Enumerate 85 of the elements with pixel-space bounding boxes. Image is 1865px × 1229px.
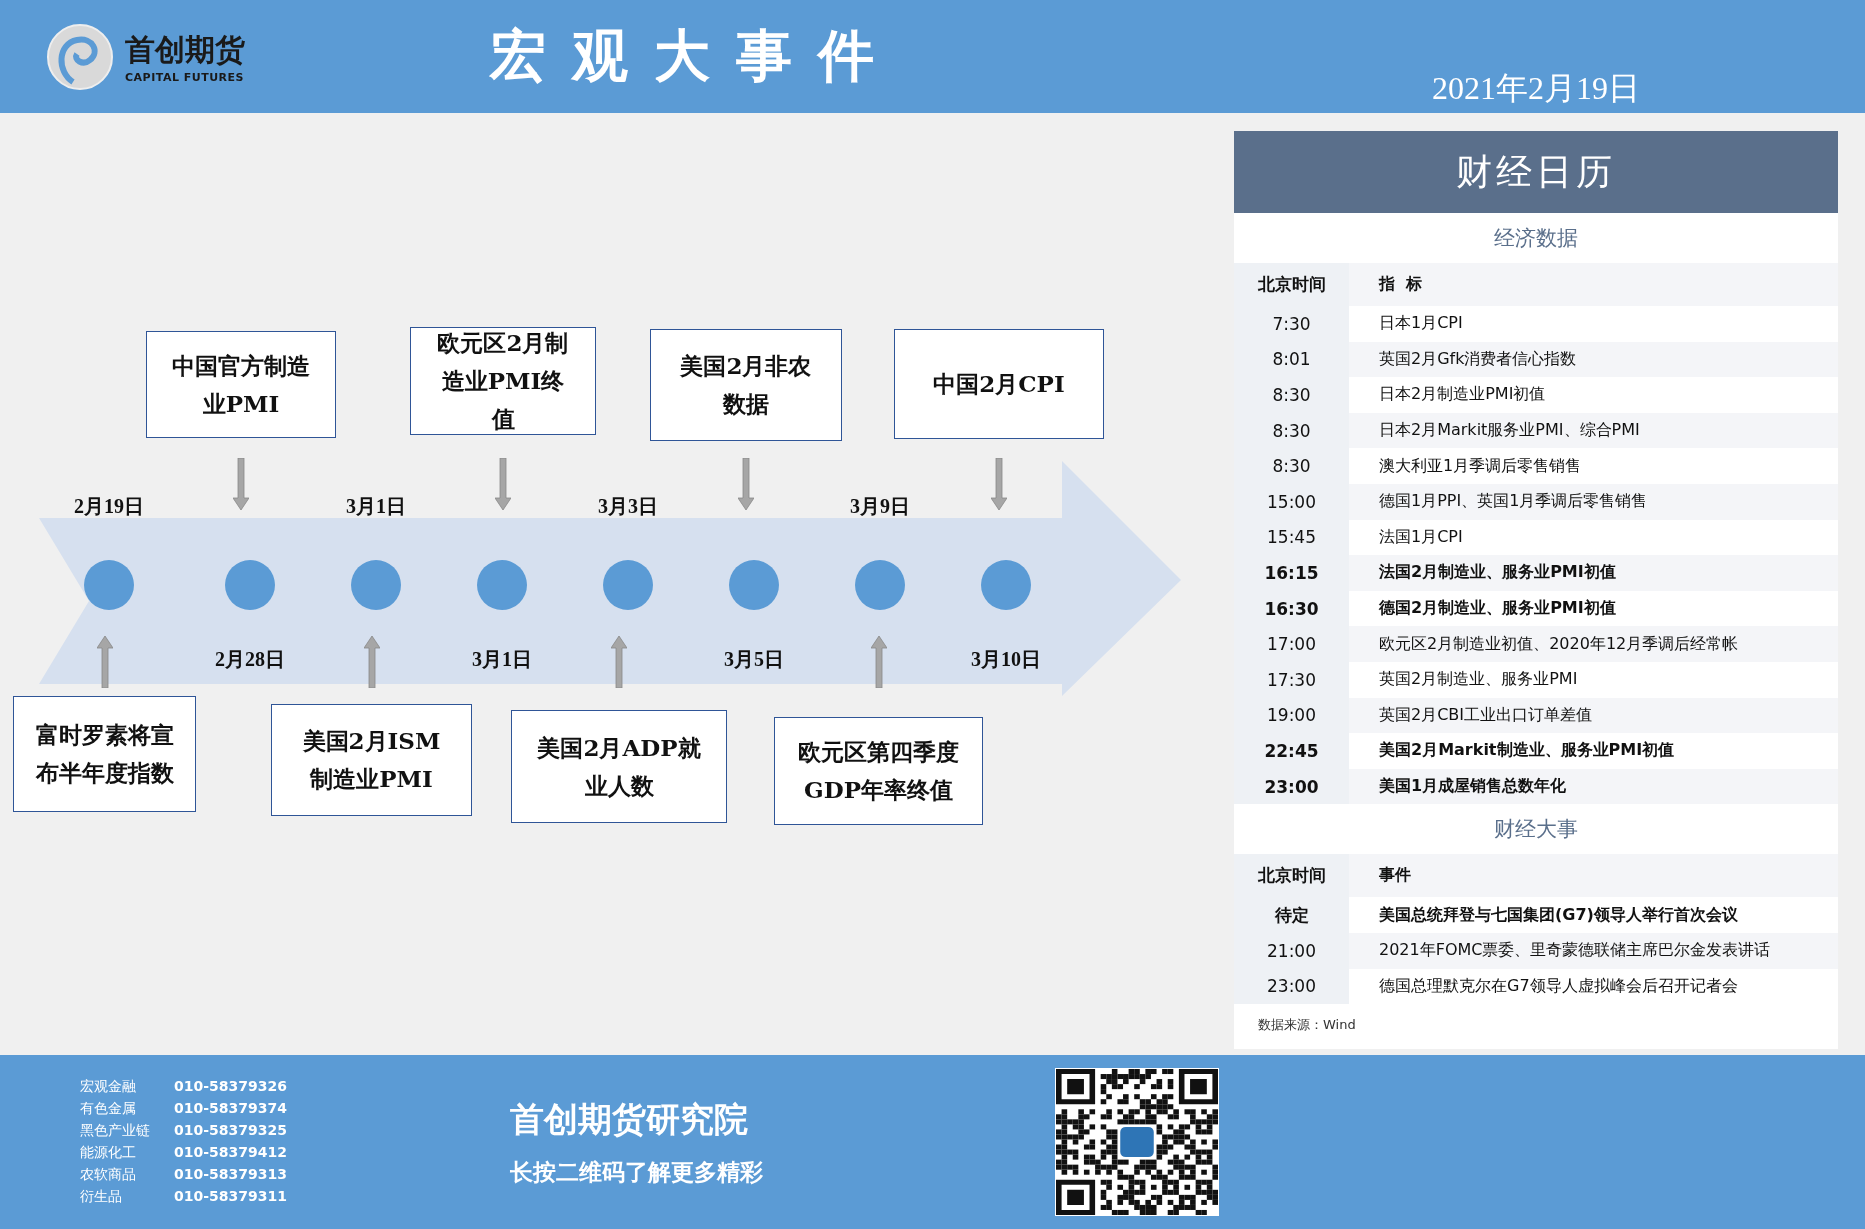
event-cell-text: 日本1月CPI	[1378, 313, 1463, 335]
arrow-icon	[991, 458, 1007, 510]
arrow-icon	[738, 458, 754, 510]
department-name: 有色金属	[80, 1100, 137, 1118]
department-name: 衍生品	[80, 1188, 123, 1206]
event-card: 美国2月ISM制造业PMI	[271, 704, 472, 816]
event-card: 欧元区2月制造业PMI终值	[410, 327, 596, 435]
event-card: 富时罗素将宣布半年度指数	[13, 696, 196, 812]
event-cell-text: 美国1月成屋销售总数年化	[1378, 776, 1567, 797]
arrow-icon	[363, 636, 380, 688]
event-cell-text: 英国2月CBI工业出口订单差值	[1378, 704, 1593, 726]
event-cell-text: 英国2月Gfk消费者信心指数	[1378, 348, 1577, 370]
event-date: 3月9日	[849, 494, 911, 519]
event-cell-text: 法国2月制造业、服务业PMI初值	[1378, 562, 1616, 584]
event-cell-text: 美国2月Markit制造业、服务业PMI初值	[1378, 740, 1675, 762]
section-heading: 财经大事	[1493, 816, 1579, 844]
section-heading: 经济数据	[1493, 225, 1579, 252]
time-cell: 17:30	[1234, 661, 1349, 698]
phone-number: 010-58379311	[174, 1188, 287, 1206]
event-date: 3月5日	[723, 647, 785, 672]
phone-number: 010-58379326	[174, 1078, 287, 1096]
event-cell-text: 法国1月CPI	[1378, 526, 1463, 548]
event-date: 3月1日	[471, 647, 533, 672]
arrow-icon	[611, 636, 627, 688]
event-cell-text: 2021年FOMC票委、里奇蒙德联储主席巴尔金发表讲话	[1378, 940, 1771, 962]
event-cell-text: 德国总理默克尔在G7领导人虚拟峰会后召开记者会	[1378, 975, 1738, 997]
time-cell: 15:00	[1234, 483, 1349, 520]
department-name: 农软商品	[80, 1166, 137, 1184]
phone-number: 010-58379325	[174, 1122, 287, 1140]
time-cell: 15:45	[1234, 519, 1349, 556]
time-cell: 23:00	[1234, 968, 1349, 1005]
report-date: 2021年2月19日	[1432, 69, 1640, 108]
event-card: 中国官方制造业PMI	[146, 331, 336, 438]
page-title: 宏观大事件	[490, 20, 900, 90]
arrow-icon	[870, 636, 887, 688]
column-header: 北京时间	[1234, 263, 1349, 306]
department-name: 宏观金融	[80, 1078, 137, 1096]
phone-number: 010-58379313	[174, 1166, 287, 1184]
event-cell-text: 英国2月制造业、服务业PMI	[1378, 669, 1578, 691]
swirl-logo-icon	[45, 21, 115, 92]
event-cell-text: 德国2月制造业、服务业PMI初值	[1378, 598, 1616, 620]
time-cell: 23:00	[1234, 768, 1349, 805]
event-card: 美国2月ADP就业人数	[511, 710, 727, 823]
event-card: 欧元区第四季度GDP年率终值	[774, 717, 983, 825]
event-cell-text: 欧元区2月制造业初值、2020年12月季调后经常帐	[1378, 633, 1739, 655]
column-header: 指 标	[1377, 274, 1423, 295]
column-header: 事件	[1378, 865, 1411, 887]
time-cell: 待定	[1234, 897, 1349, 933]
time-cell: 16:15	[1234, 555, 1349, 591]
phone-number: 010-58379374	[174, 1100, 287, 1118]
event-cell-text: 澳大利亚1月季调后零售销售	[1378, 455, 1582, 477]
department-name: 能源化工	[80, 1144, 137, 1162]
time-cell: 22:45	[1234, 733, 1349, 769]
event-cell-text: 德国1月PPI、英国1月季调后零售销售	[1378, 491, 1648, 513]
event-date: 3月3日	[597, 494, 659, 519]
time-cell: 16:30	[1234, 590, 1349, 627]
brand-name: 首创期货	[125, 30, 245, 69]
time-cell: 8:30	[1234, 377, 1349, 413]
column-header: 北京时间	[1234, 854, 1349, 898]
institute-name: 首创期货研究院	[510, 1097, 749, 1141]
time-cell: 19:00	[1234, 697, 1349, 734]
event-card: 中国2月CPI	[894, 329, 1104, 439]
event-date: 3月1日	[345, 494, 407, 519]
time-cell: 8:01	[1234, 341, 1349, 378]
phone-number: 010-58379412	[174, 1144, 287, 1162]
time-cell: 17:00	[1234, 626, 1349, 662]
data-source: 数据来源：Wind	[1257, 1016, 1357, 1035]
event-date: 2月28日	[214, 647, 286, 672]
arrow-icon	[495, 458, 511, 510]
calendar-title: 财经日历	[1234, 131, 1838, 213]
event-card: 美国2月非农数据	[650, 329, 842, 441]
arrow-icon	[96, 636, 113, 688]
event-cell-text: 日本2月制造业PMI初值	[1378, 384, 1546, 406]
time-cell: 8:30	[1234, 448, 1349, 484]
time-cell: 21:00	[1234, 932, 1349, 969]
time-cell: 7:30	[1234, 306, 1349, 342]
arrow-icon	[233, 458, 249, 510]
slogan: 长按二维码了解更多精彩	[510, 1157, 764, 1187]
department-name: 黑色产业链	[80, 1122, 151, 1140]
event-cell-text: 日本2月Markit服务业PMI、综合PMI	[1378, 420, 1640, 442]
event-cell-text: 美国总统拜登与七国集团(G7)领导人举行首次会议	[1378, 904, 1738, 926]
time-cell: 8:30	[1234, 412, 1349, 449]
event-date: 3月10日	[970, 647, 1042, 672]
event-date: 2月19日	[73, 494, 145, 519]
brand-subtitle: CAPITAL FUTURES	[125, 70, 245, 84]
